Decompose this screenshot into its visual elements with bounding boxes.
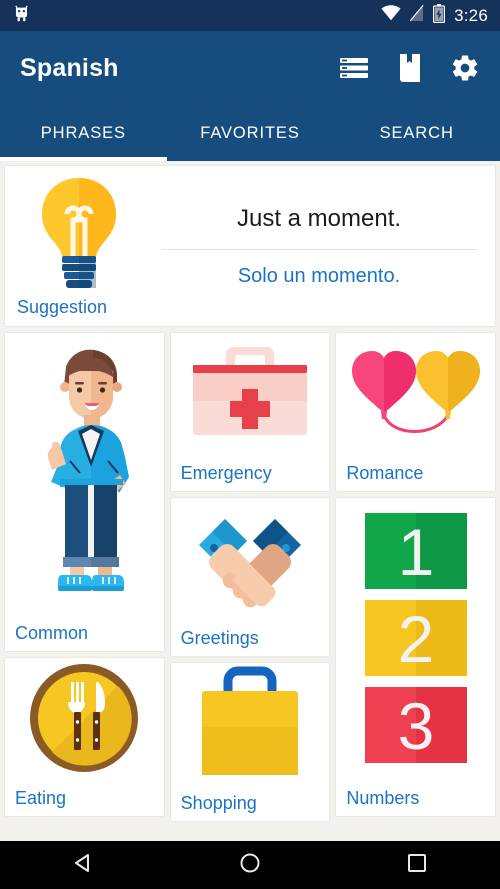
svg-text:3: 3 [397,689,434,763]
status-bar-right: 3:26 [381,3,488,28]
tab-phrases[interactable]: PHRASES [0,105,167,161]
tab-favorites[interactable]: FAVORITES [167,105,334,161]
tab-search[interactable]: SEARCH [333,105,500,161]
category-tile-romance[interactable]: Romance [335,332,497,492]
book-bookmark-icon[interactable] [398,54,420,82]
suggestion-spanish: Solo un momento. [237,264,401,287]
person-pointing-up-icon [18,339,150,612]
settings-gear-icon[interactable] [450,53,480,83]
first-aid-kit-icon [185,341,315,450]
romance-art [336,333,495,457]
common-art [5,333,164,617]
number-blocks-icon: 1 2 3 [364,512,467,768]
tab-bar: PHRASES FAVORITES SEARCH [0,105,500,161]
category-label: Common [15,623,89,643]
emergency-art [171,333,330,457]
system-navigation-bar [0,841,500,889]
suggestion-label: Suggestion [17,297,108,317]
category-label: Romance [346,463,424,483]
status-bar-left [12,4,31,28]
handshake-icon [187,503,313,618]
wifi-icon [381,5,401,26]
category-tile-shopping[interactable]: Shopping [169,662,331,822]
category-label: Greetings [180,628,259,648]
category-tile-greetings[interactable]: Greetings [169,497,331,657]
battery-charging-icon [433,3,446,28]
eating-art [5,658,164,782]
plate-fork-knife-icon [26,660,142,781]
category-column-2: Emergency Greetings Shopping [169,332,331,841]
category-tile-eating[interactable]: Eating [4,657,165,817]
category-grid: Common Eating Emergency Greetings Shoppi… [4,332,497,841]
svg-text:2: 2 [397,602,434,676]
nav-recents-button[interactable] [387,841,447,889]
status-bar: 3:26 [0,0,500,31]
suggestion-card[interactable]: Suggestion Just a moment. Solo un moment… [4,165,496,327]
category-label: Eating [15,788,67,808]
category-tile-emergency[interactable]: Emergency [169,332,331,492]
recents-square-icon [407,853,427,878]
category-label: Shopping [180,793,257,813]
android-robot-icon [12,4,31,28]
category-tile-common[interactable]: Common [4,332,165,652]
shopping-bag-icon [194,665,306,786]
category-tile-numbers[interactable]: 1 2 3 Numbers [335,497,497,817]
category-label: Numbers [346,788,420,808]
app-bar-actions [340,53,480,83]
status-bar-clock: 3:26 [454,5,488,25]
nav-back-button[interactable] [53,841,113,889]
cell-signal-icon [409,4,424,27]
suggestion-english: Just a moment. [236,204,402,232]
suggestion-icon-area: Suggestion [5,166,153,326]
heart-balloons-icon [346,339,486,452]
suggestion-text-area: Just a moment. Solo un momento. [153,166,495,326]
phrases-content: Suggestion Just a moment. Solo un moment… [0,161,500,841]
category-column-1: Common Eating [4,332,165,841]
nav-home-button[interactable] [220,841,280,889]
numbers-art: 1 2 3 [336,498,495,782]
home-circle-icon [239,852,261,879]
category-label: Emergency [180,463,272,483]
lessons-list-icon[interactable] [340,56,368,80]
back-triangle-icon [72,852,94,879]
svg-text:1: 1 [397,515,434,589]
lightbulb-icon [29,174,129,299]
app-bar: Spanish [0,31,500,105]
greetings-art [171,498,330,622]
app-root: 3:26 Spanish PHRASES FAVORITES SEARCH Su… [0,0,500,889]
app-title: Spanish [20,53,119,82]
shopping-art [171,663,330,787]
category-column-3: Romance 1 2 3 Numbers [335,332,497,841]
